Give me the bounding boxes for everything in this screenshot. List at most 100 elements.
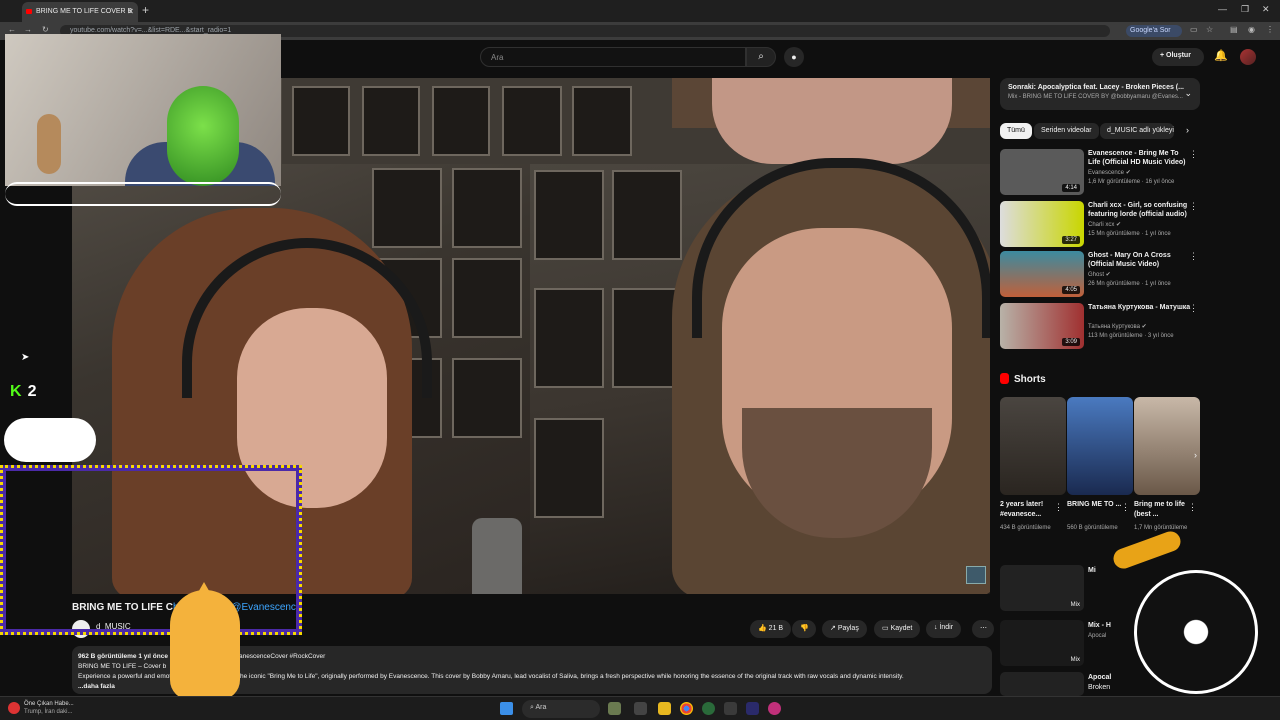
duration-badge: 4:05	[1062, 286, 1080, 294]
mix-thumbnail[interactable]: Mix	[1000, 565, 1084, 611]
short-title[interactable]: BRING ME TO ...	[1067, 500, 1123, 510]
create-label: Oluştur	[1166, 52, 1191, 59]
more-options-icon[interactable]: ⋮	[1121, 502, 1130, 513]
recommendation-views: 15 Mn görüntüleme · 1 yıl önce	[1088, 231, 1171, 237]
browser-tab-active[interactable]: BRING ME TO LIFE COVER B ✕	[22, 2, 138, 22]
recommendation-title[interactable]: Evanescence - Bring Me To Life (Official…	[1088, 149, 1192, 167]
recommendation-thumbnail[interactable]: 3:09	[1000, 303, 1084, 349]
maximize-button[interactable]: ❐	[1241, 4, 1249, 15]
more-options-icon[interactable]: ⋮	[1054, 502, 1063, 513]
recommendation-channel[interactable]: Татьяна Куртукова ✔	[1088, 323, 1147, 330]
recommendation-thumbnail[interactable]: 4:14	[1000, 149, 1084, 195]
recommendation-thumbnail[interactable]: 3:27	[1000, 201, 1084, 247]
taskbar-app-icon[interactable]	[768, 702, 781, 715]
save-button[interactable]: ▭ Kaydet	[874, 620, 921, 638]
mix-thumbnail[interactable]	[1000, 672, 1084, 696]
menu-icon[interactable]: ⋮	[1266, 25, 1274, 34]
chip-all[interactable]: Tümü	[1000, 123, 1032, 139]
profile-icon[interactable]: ◉	[1248, 25, 1255, 34]
recommendation-item[interactable]: 3:27 Charli xcx - Girl, so confusing fea…	[1000, 201, 1200, 247]
recommendation-title[interactable]: Ghost - Mary On A Cross (Official Music …	[1088, 251, 1192, 269]
mix-badge: Mix	[1070, 657, 1080, 663]
share-button[interactable]: ↗ Paylaş	[822, 620, 867, 638]
more-options-icon[interactable]: ⋮	[1189, 303, 1198, 314]
chip-series[interactable]: Seriden videolar	[1034, 123, 1099, 139]
short-thumbnail[interactable]	[1000, 397, 1066, 495]
more-options-icon[interactable]: ⋮	[1189, 251, 1198, 262]
search-input[interactable]: Ara	[480, 47, 746, 67]
like-button[interactable]: 👍 21 B	[750, 620, 792, 638]
extensions-icon[interactable]: ▤	[1230, 25, 1238, 34]
chip-uploader[interactable]: d_MUSIC adlı yükleyi	[1100, 123, 1174, 139]
more-actions-button[interactable]: ⋯	[972, 620, 994, 638]
kick-logo: K	[10, 383, 22, 400]
tab-title: BRING ME TO LIFE COVER B	[36, 8, 133, 15]
tab-close-icon[interactable]: ✕	[127, 7, 134, 16]
chevron-right-icon[interactable]: ›	[1186, 125, 1189, 135]
task-view-icon[interactable]	[634, 702, 647, 715]
short-views: 560 B görüntüleme	[1067, 525, 1118, 531]
short-title[interactable]: 2 years later! #evanesce...	[1000, 500, 1056, 520]
mix-title[interactable]: Mix - H	[1088, 622, 1111, 629]
recommendation-title[interactable]: Татьяна Куртукова - Матушка	[1088, 303, 1192, 312]
notifications-bell-icon[interactable]: 🔔	[1214, 49, 1228, 62]
download-button[interactable]: ↓ İndir	[926, 620, 962, 638]
up-next-panel[interactable]: Sonraki: Apocalyptica feat. Lacey - Brok…	[1000, 78, 1200, 110]
search-icon[interactable]: ⌕	[746, 47, 776, 67]
mix-thumbnail[interactable]: Mix	[1000, 620, 1084, 666]
recommendation-channel[interactable]: Ghost ✔	[1088, 271, 1111, 278]
description-hashtags[interactable]: #EvanescenceCover #RockCover	[228, 653, 326, 660]
recommendation-channel[interactable]: Evanescence ✔	[1088, 169, 1131, 176]
short-title[interactable]: Bring me to life (best ...	[1134, 500, 1190, 520]
shorts-next-icon[interactable]: ›	[1194, 450, 1197, 460]
user-avatar[interactable]	[1240, 49, 1256, 65]
like-count: 21 B	[768, 625, 784, 632]
google-ask-button[interactable]: Google'a Sor	[1126, 25, 1182, 37]
recommendation-item[interactable]: 4:05 Ghost - Mary On A Cross (Official M…	[1000, 251, 1200, 297]
recommendation-item[interactable]: 4:14 Evanescence - Bring Me To Life (Off…	[1000, 149, 1200, 195]
premiere-icon[interactable]	[746, 702, 759, 715]
short-views: 1,7 Mn görüntüleme	[1134, 525, 1188, 531]
news-widget[interactable]: Öne Çıkan Habe... Trump, İran daki...	[24, 700, 74, 716]
more-options-icon[interactable]: ⋮	[1189, 201, 1198, 212]
create-button[interactable]: + Oluştur	[1152, 48, 1204, 66]
trumpet-decoration	[1110, 528, 1184, 572]
recommendation-title[interactable]: Charli xcx - Girl, so confusing featurin…	[1088, 201, 1192, 219]
close-window-button[interactable]: ✕	[1262, 4, 1270, 15]
recommendation-channel[interactable]: Charli xcx ✔	[1088, 221, 1121, 228]
forward-icon[interactable]: →	[24, 25, 32, 34]
taskbar-app-icon[interactable]	[724, 702, 737, 715]
mix-title[interactable]: Mi	[1088, 567, 1096, 574]
new-tab-button[interactable]: +	[142, 3, 149, 17]
shorts-heading-text: Shorts	[1014, 374, 1046, 385]
recommendation-views: 1,6 Mr görüntüleme · 16 yıl önce	[1088, 179, 1175, 185]
dislike-button[interactable]: 👎	[792, 620, 816, 638]
recommendation-thumbnail[interactable]: 4:05	[1000, 251, 1084, 297]
taskbar-app-icon[interactable]	[608, 702, 621, 715]
file-explorer-icon[interactable]	[658, 702, 671, 715]
news-icon[interactable]	[8, 702, 20, 714]
wall-photo	[362, 86, 420, 156]
chevron-down-icon[interactable]: ⌄	[1184, 88, 1192, 99]
more-options-icon[interactable]: ⋮	[1188, 502, 1197, 513]
reload-icon[interactable]: ↻	[42, 25, 49, 34]
microphone-icon[interactable]: ●	[784, 47, 804, 67]
cast-icon[interactable]: ▭	[1190, 25, 1198, 34]
back-icon[interactable]: ←	[8, 25, 16, 34]
more-options-icon[interactable]: ⋮	[1189, 149, 1198, 160]
minimize-button[interactable]: —	[1218, 4, 1227, 14]
bookmark-star-icon[interactable]: ☆	[1206, 25, 1213, 34]
taskbar-app-icon[interactable]	[702, 702, 715, 715]
recommendation-item[interactable]: 3:09 Татьяна Куртукова - Матушка Татьяна…	[1000, 303, 1200, 349]
shorts-heading: Shorts	[1000, 373, 1046, 385]
wall-photo	[452, 358, 522, 438]
wall-photo	[432, 86, 490, 156]
short-thumbnail[interactable]	[1067, 397, 1133, 495]
chrome-icon[interactable]	[680, 702, 693, 715]
news-subtitle: Trump, İran daki...	[24, 709, 73, 715]
windows-start-icon[interactable]	[500, 702, 513, 715]
mix-title[interactable]: Apocal	[1088, 674, 1111, 681]
taskbar-search[interactable]: ⌕ Ara	[522, 700, 600, 718]
short-thumbnail[interactable]	[1134, 397, 1200, 495]
wall-photo	[452, 258, 522, 338]
